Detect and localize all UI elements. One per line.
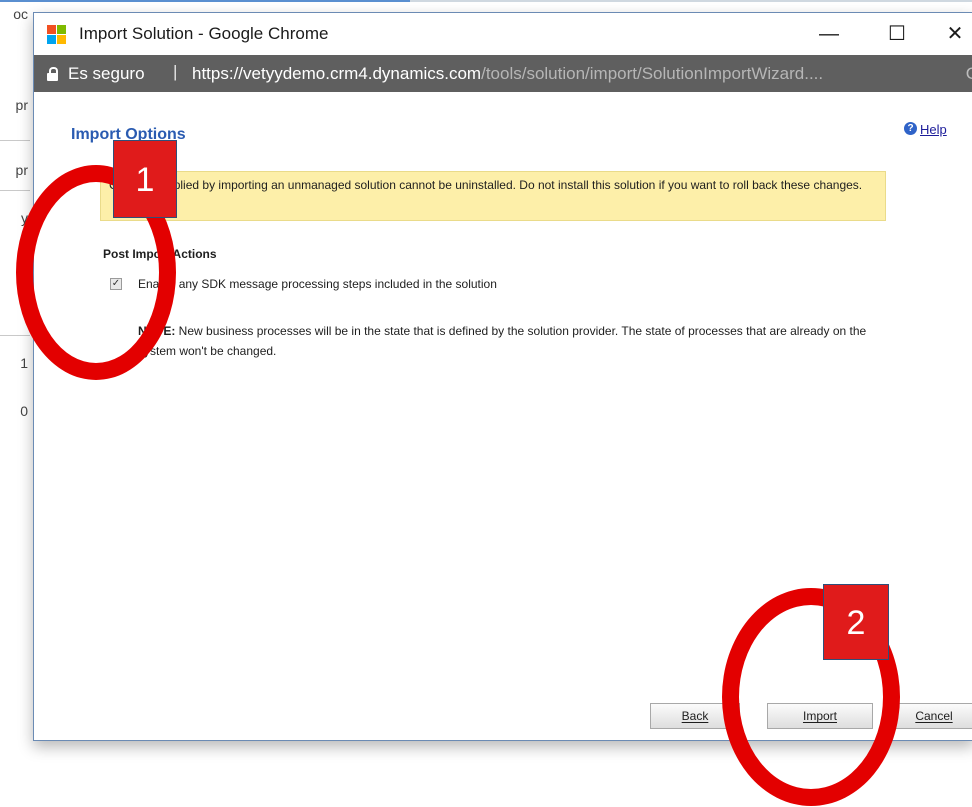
background-top-line-right <box>410 0 972 2</box>
note-body: New business processes will be in the st… <box>138 324 867 358</box>
address-bar-trailing-icon: G <box>966 64 972 84</box>
url-host: https://vetyydemo.crm4.dynamics.com <box>192 64 482 83</box>
background-divider <box>0 190 30 191</box>
background-text-fragment: 1 <box>20 355 28 371</box>
close-button[interactable]: ✕ <box>940 19 970 49</box>
address-separator: | <box>173 62 178 81</box>
window-title: Import Solution - Google Chrome <box>79 24 329 43</box>
enable-sdk-steps-label[interactable]: Enable any SDK message processing steps … <box>138 277 497 291</box>
help-icon: ? <box>904 122 917 135</box>
background-top-line <box>0 0 410 2</box>
minimize-button[interactable]: — <box>814 19 844 49</box>
background-text-fragment: 0 <box>20 403 28 419</box>
background-divider <box>0 140 30 141</box>
lock-icon <box>47 67 58 81</box>
annotation-marker-2: 2 <box>823 584 889 660</box>
background-text-fragment: pr <box>15 162 28 178</box>
secure-label: Es seguro <box>68 64 145 83</box>
address-bar[interactable]: Es seguro | https://vetyydemo.crm4.dynam… <box>34 55 972 92</box>
url-path: /tools/solution/import/SolutionImportWiz… <box>481 64 824 83</box>
warning-banner: Changes applied by importing an unmanage… <box>100 171 886 221</box>
maximize-button[interactable]: ☐ <box>882 19 912 49</box>
background-text-fragment: pr <box>15 97 28 113</box>
help-label: Help <box>920 122 947 137</box>
note-text: NOTE: New business processes will be in … <box>138 321 898 361</box>
background-divider <box>0 335 30 336</box>
background-text-fragment: oc <box>13 6 28 22</box>
cancel-button[interactable]: Cancel <box>889 703 972 729</box>
url-text[interactable]: https://vetyydemo.crm4.dynamics.com/tool… <box>192 64 823 84</box>
annotation-marker-1: 1 <box>113 140 177 218</box>
title-bar[interactable]: Import Solution - Google Chrome — ☐ ✕ <box>34 13 972 55</box>
windows-app-icon <box>47 25 66 44</box>
